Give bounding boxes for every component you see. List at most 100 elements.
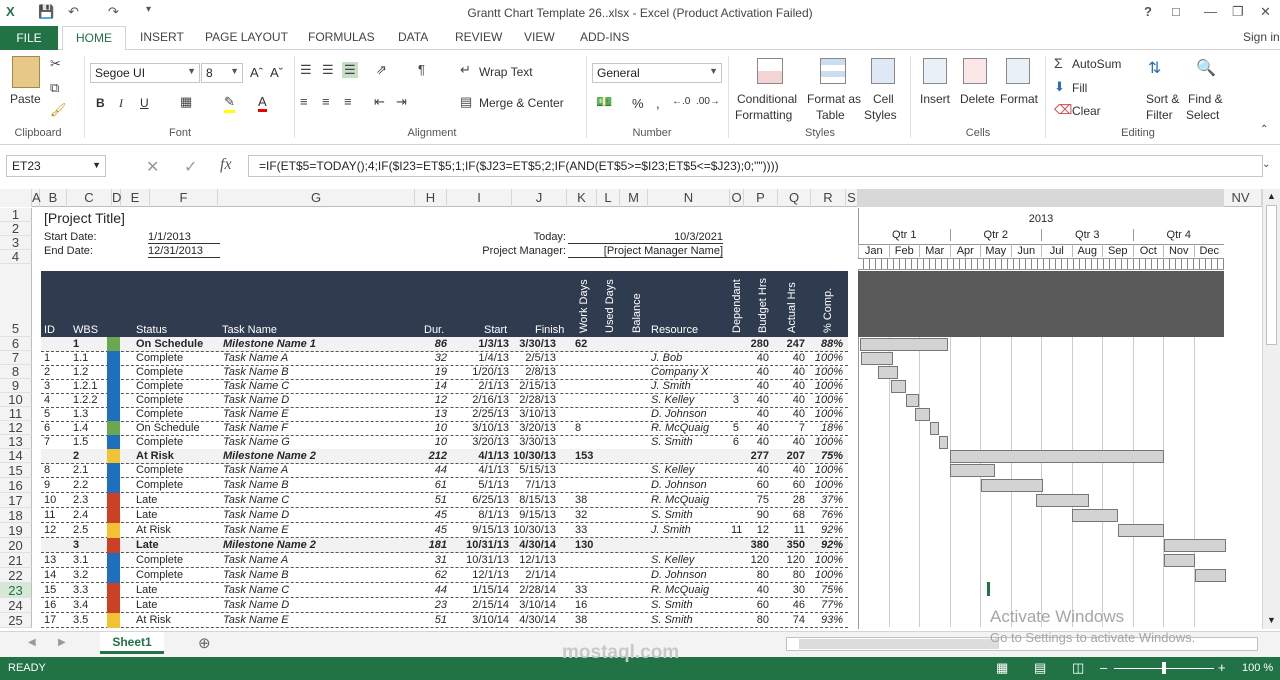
tab-home[interactable]: HOME xyxy=(62,26,126,51)
vertical-scrollbar[interactable]: ▲ ▼ xyxy=(1262,189,1280,629)
row-header[interactable]: 5 xyxy=(0,264,32,337)
table-row[interactable]: 11 2.4 Late Task Name D 45 8/1/13 9/15/13 32 S. … xyxy=(41,508,848,523)
tab-file[interactable]: FILE xyxy=(0,26,58,50)
cancel-icon[interactable]: ✕ xyxy=(146,157,159,177)
start-date-value[interactable]: 1/1/2013 xyxy=(148,231,220,244)
table-row[interactable]: 16 3.4 Late Task Name D 23 2/15/14 3/10/14 16 S.… xyxy=(41,598,848,613)
sheet-tab-sheet1[interactable]: Sheet1 xyxy=(100,632,164,654)
wrap-text-button[interactable]: Wrap Text xyxy=(479,65,533,79)
borders-icon[interactable]: ▦ xyxy=(180,94,192,110)
zoom-slider-thumb[interactable] xyxy=(1162,662,1166,674)
column-header[interactable]: H xyxy=(415,189,447,207)
scroll-up-icon[interactable]: ▲ xyxy=(1267,191,1276,201)
cut-icon[interactable]: ✂ xyxy=(50,56,61,72)
row-header[interactable]: 14 xyxy=(0,449,32,463)
close-icon[interactable]: ✕ xyxy=(1260,4,1271,20)
column-header[interactable]: C xyxy=(67,189,112,207)
tab-view[interactable]: VIEW xyxy=(524,30,555,44)
tab-formulas[interactable]: FORMULAS xyxy=(308,30,375,44)
percent-style-button[interactable]: % xyxy=(632,96,644,111)
table-row[interactable]: 14 3.2 Complete Task Name B 62 12/1/13 2/1/14 D… xyxy=(41,568,848,583)
zoom-level[interactable]: 100 % xyxy=(1242,662,1273,674)
copy-icon[interactable]: ⧉ xyxy=(50,80,59,96)
row-header[interactable]: 8 xyxy=(0,365,32,379)
tab-insert[interactable]: INSERT xyxy=(140,30,184,44)
column-header[interactable]: NV xyxy=(1220,189,1262,207)
autosum-button[interactable]: AutoSum xyxy=(1072,57,1121,71)
align-center-icon[interactable]: ≡ xyxy=(322,94,330,109)
help-button[interactable]: ? xyxy=(1144,4,1152,19)
conditional-formatting-button[interactable]: Conditional xyxy=(737,92,797,106)
delete-cells-button[interactable]: Delete xyxy=(960,92,995,106)
column-header[interactable]: D xyxy=(112,189,121,207)
name-box[interactable]: ET23 ▼ xyxy=(6,155,106,177)
row-header[interactable]: 10 xyxy=(0,393,32,407)
minimize-icon[interactable]: — xyxy=(1204,4,1217,19)
end-date-value[interactable]: 12/31/2013 xyxy=(148,245,220,258)
decrease-indent-icon[interactable]: ⇤ xyxy=(374,94,385,110)
new-sheet-icon[interactable]: ⊕ xyxy=(198,634,211,652)
milestone-row[interactable]: 3 Late Milestone Name 2 181 10/31/13 4/30/14 1… xyxy=(41,538,848,553)
column-header[interactable]: A xyxy=(32,189,41,207)
row-header[interactable]: 23 xyxy=(0,583,32,598)
bottom-align-icon[interactable]: ☰ xyxy=(342,62,358,78)
table-row[interactable]: 12 2.5 At Risk Task Name E 45 9/15/13 10/30/13… xyxy=(41,523,848,538)
milestone-row[interactable]: 1 On Schedule Milestone Name 1 86 1/3/13 3/30… xyxy=(41,337,848,352)
row-header[interactable]: 11 xyxy=(0,407,32,421)
tab-review[interactable]: REVIEW xyxy=(455,30,502,44)
row-header[interactable]: 1 xyxy=(0,208,32,222)
format-painter-icon[interactable]: 🖌 xyxy=(50,102,67,118)
normal-view-icon[interactable]: ▦ xyxy=(996,660,1008,676)
row-header[interactable]: 16 xyxy=(0,478,32,493)
orientation-icon[interactable]: ⇗ xyxy=(376,62,387,78)
next-sheet-icon[interactable]: ▶ xyxy=(58,637,66,648)
table-row[interactable]: 10 2.3 Late Task Name C 51 6/25/13 8/15/13 38 R.… xyxy=(41,493,848,508)
maximize-icon[interactable]: ❐ xyxy=(1232,4,1244,20)
font-name-select[interactable]: Segoe UI ▼ xyxy=(90,63,200,83)
merge-center-button[interactable]: Merge & Center xyxy=(479,96,564,110)
table-row[interactable]: 3 1.2.1 Complete Task Name C 14 2/1/13 2/15/13… xyxy=(41,379,848,394)
row-header[interactable]: 9 xyxy=(0,379,32,393)
row-header[interactable]: 21 xyxy=(0,553,32,568)
row-header[interactable]: 6 xyxy=(0,337,32,351)
paste-icon[interactable] xyxy=(12,56,40,88)
column-header[interactable]: Q xyxy=(778,189,811,207)
tab-page-layout[interactable]: PAGE LAYOUT xyxy=(205,30,288,44)
row-header[interactable]: 12 xyxy=(0,421,32,435)
row-header[interactable]: 17 xyxy=(0,493,32,508)
enter-icon[interactable]: ✓ xyxy=(184,157,197,177)
fill-color-icon[interactable]: ✎ xyxy=(224,94,235,113)
align-left-icon[interactable]: ≡ xyxy=(300,94,308,109)
table-row[interactable]: 8 2.1 Complete Task Name A 44 4/1/13 5/15/13 S.… xyxy=(41,463,848,478)
prev-sheet-icon[interactable]: ◀ xyxy=(28,637,36,648)
table-row[interactable]: 5 1.3 Complete Task Name E 13 2/25/13 3/10/13 D… xyxy=(41,407,848,422)
top-align-icon[interactable]: ☰ xyxy=(300,62,312,78)
ribbon-display-icon[interactable]: □ xyxy=(1172,4,1180,19)
table-row[interactable]: 13 3.1 Complete Task Name A 31 10/31/13 12/1/1… xyxy=(41,553,848,568)
project-title[interactable]: [Project Title] xyxy=(44,210,125,226)
table-row[interactable]: 6 1.4 On Schedule Task Name F 10 3/10/13 3/20/… xyxy=(41,421,848,436)
row-header[interactable]: 4 xyxy=(0,250,32,264)
column-header[interactable]: K xyxy=(567,189,597,207)
zoom-out-icon[interactable]: – xyxy=(1100,660,1107,675)
row-header[interactable]: 18 xyxy=(0,508,32,523)
horizontal-scroll-thumb[interactable] xyxy=(799,639,999,649)
column-header[interactable]: P xyxy=(744,189,778,207)
column-header[interactable]: N xyxy=(648,189,730,207)
underline-button[interactable]: U xyxy=(140,96,149,110)
grow-font-button[interactable]: Aˆ xyxy=(250,65,263,80)
table-row[interactable]: 17 3.5 At Risk Task Name E 51 3/10/14 4/30/14 3… xyxy=(41,613,848,628)
row-header[interactable]: 3 xyxy=(0,236,32,250)
row-header[interactable]: 19 xyxy=(0,523,32,538)
insert-function-button[interactable]: fx xyxy=(220,156,232,174)
table-row[interactable]: 1 1.1 Complete Task Name A 32 1/4/13 2/5/13 J. … xyxy=(41,351,848,366)
font-size-select[interactable]: 8 ▼ xyxy=(201,63,243,83)
select-all-corner[interactable] xyxy=(0,189,32,207)
column-header[interactable]: G xyxy=(218,189,415,207)
accounting-format-icon[interactable]: 💵 xyxy=(596,94,612,110)
align-right-icon[interactable]: ≡ xyxy=(344,94,352,109)
collapse-ribbon-icon[interactable]: ⌃ xyxy=(1260,124,1268,135)
tab-data[interactable]: DATA xyxy=(398,30,428,44)
column-header[interactable]: M xyxy=(620,189,648,207)
fill-button[interactable]: Fill xyxy=(1072,81,1087,95)
